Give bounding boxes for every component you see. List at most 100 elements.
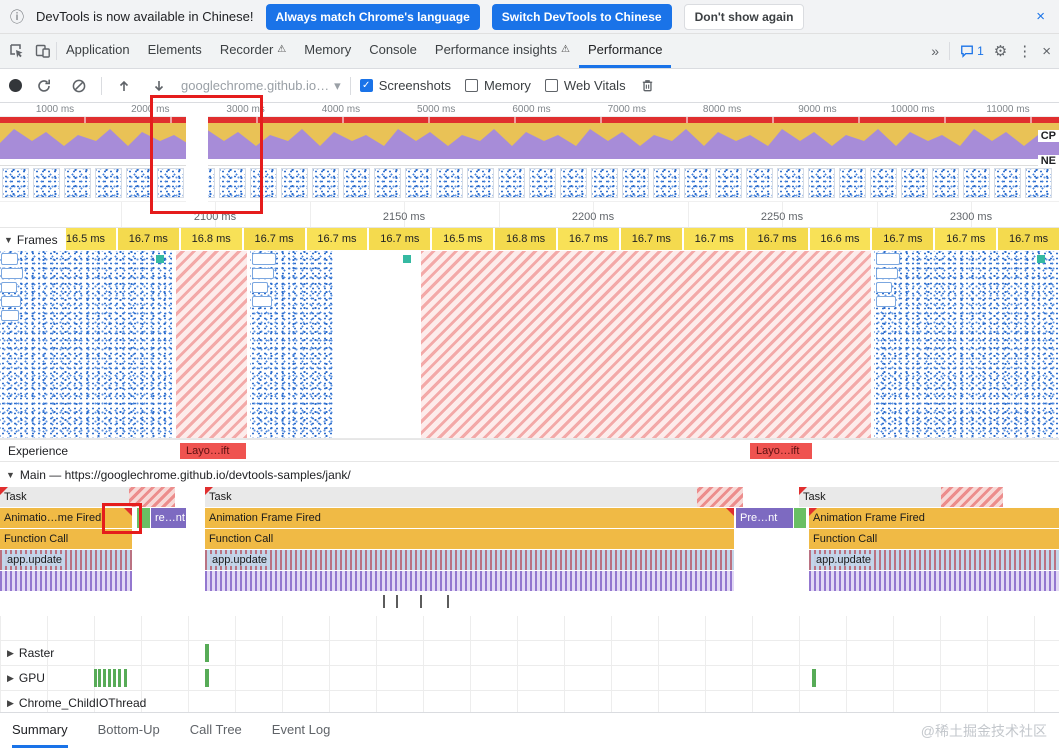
style-layout-stripes[interactable] (0, 571, 132, 591)
frame-duration-cell[interactable]: 16.7 ms (872, 228, 934, 250)
close-devtools-icon[interactable]: × (1042, 43, 1051, 60)
tab-application[interactable]: Application (57, 34, 139, 68)
settings-gear-icon[interactable]: ⚙ (994, 42, 1007, 60)
filmstrip-thumbnail[interactable] (64, 168, 91, 198)
frame-duration-cell[interactable]: 16.7 ms (243, 228, 305, 250)
tab-performance-insights[interactable]: Performance insights ⚠ (426, 34, 579, 68)
frame-screenshot[interactable] (874, 251, 1059, 438)
filmstrip-thumbnail[interactable] (95, 168, 122, 198)
filmstrip-thumbnail[interactable] (343, 168, 370, 198)
switch-devtools-chinese-button[interactable]: Switch DevTools to Chinese (491, 3, 672, 30)
layout-shift-badge[interactable]: Layo…ift (180, 443, 246, 459)
tab-performance[interactable]: Performance (579, 34, 672, 68)
inspect-element-icon[interactable] (4, 34, 30, 68)
filmstrip-thumbnail[interactable] (715, 168, 742, 198)
drawer-tab-summary[interactable]: Summary (12, 713, 68, 748)
frame-duration-cell[interactable]: 16.7 ms (306, 228, 368, 250)
filmstrip-thumbnail[interactable] (529, 168, 556, 198)
filmstrip-thumbnail[interactable] (653, 168, 680, 198)
paint-bar[interactable] (794, 508, 806, 528)
dont-show-again-button[interactable]: Don't show again (683, 3, 805, 30)
filmstrip-thumbnail[interactable] (839, 168, 866, 198)
tab-recorder[interactable]: Recorder ⚠ (211, 34, 295, 68)
console-messages-icon[interactable]: 1 (960, 44, 984, 58)
device-toolbar-icon[interactable] (30, 34, 56, 68)
frame-duration-cell[interactable]: 16.7 ms (998, 228, 1059, 250)
trash-icon[interactable] (635, 78, 661, 93)
task-bar[interactable]: Task (799, 487, 1003, 507)
save-profile-icon[interactable] (146, 78, 172, 94)
filmstrip-thumbnail[interactable] (591, 168, 618, 198)
filmstrip-thumbnail[interactable] (219, 168, 246, 198)
layout-shift-badge[interactable]: Layo…ift (750, 443, 812, 459)
paint-bar[interactable] (137, 508, 150, 528)
frame-duration-cell[interactable]: 16.7 ms (369, 228, 431, 250)
filmstrip-thumbnail[interactable] (963, 168, 990, 198)
filmstrip-thumbnail[interactable] (250, 168, 277, 198)
load-profile-icon[interactable] (111, 78, 137, 94)
always-match-language-button[interactable]: Always match Chrome's language (265, 3, 480, 30)
frame-duration-cell[interactable]: 16.8 ms (180, 228, 242, 250)
tab-memory[interactable]: Memory (295, 34, 360, 68)
filmstrip-thumbnail[interactable] (126, 168, 153, 198)
filmstrip-thumbnail[interactable] (777, 168, 804, 198)
track-gpu[interactable]: ▶ GPU (0, 665, 1059, 690)
animation-frame-fired-bar[interactable]: Animatio…me Fired (0, 508, 132, 528)
checkbox-memory[interactable]: Memory (464, 78, 531, 93)
record-button[interactable] (9, 79, 22, 92)
filmstrip-thumbnail[interactable] (684, 168, 711, 198)
clear-recording-icon[interactable] (66, 78, 92, 94)
more-tabs-icon[interactable]: » (931, 43, 939, 59)
timeline-overview[interactable]: 1000 ms 2000 ms 3000 ms 4000 ms 5000 ms 6000 … (0, 103, 1059, 202)
filmstrip-thumbnail[interactable] (808, 168, 835, 198)
prepaint-bar[interactable]: re…nt (151, 508, 186, 528)
frame-duration-cell[interactable]: 16.5 ms (432, 228, 494, 250)
frame-screenshot[interactable] (250, 251, 418, 438)
filmstrip-thumbnail[interactable] (622, 168, 649, 198)
drawer-tab-event-log[interactable]: Event Log (272, 713, 331, 748)
filmstrip-thumbnail[interactable] (1025, 168, 1052, 198)
kebab-menu-icon[interactable]: ⋮ (1017, 42, 1032, 60)
filmstrip-thumbnail[interactable] (405, 168, 432, 198)
tab-console[interactable]: Console (360, 34, 426, 68)
drawer-tab-call-tree[interactable]: Call Tree (190, 713, 242, 748)
function-call-bar[interactable]: Function Call (0, 529, 132, 549)
checkbox-web-vitals[interactable]: Web Vitals (544, 78, 626, 93)
filmstrip-thumbnail[interactable] (374, 168, 401, 198)
filmstrip-thumbnail[interactable] (2, 168, 29, 198)
filmstrip-thumbnail[interactable] (901, 168, 928, 198)
filmstrip-thumbnail[interactable] (157, 168, 184, 198)
frame-screenshot[interactable] (0, 251, 172, 438)
task-bar[interactable]: Task (0, 487, 175, 507)
tab-elements[interactable]: Elements (139, 34, 211, 68)
filmstrip-thumbnail[interactable] (560, 168, 587, 198)
frames-track-header[interactable]: ▼ Frames (0, 228, 66, 251)
prepaint-bar[interactable]: Pre…nt (736, 508, 793, 528)
filmstrip-thumbnail[interactable] (746, 168, 773, 198)
track-raster[interactable]: ▶ Raster (0, 640, 1059, 665)
function-call-bar[interactable]: Function Call (205, 529, 734, 549)
filmstrip-thumbnail[interactable] (467, 168, 494, 198)
app-update-bar[interactable]: app.update (0, 550, 132, 570)
page-selector-dropdown[interactable]: googlechrome.github.io… ▾ (181, 78, 341, 94)
filmstrip-thumbnail[interactable] (932, 168, 959, 198)
frame-duration-cell[interactable]: 16.6 ms (809, 228, 871, 250)
function-call-bar[interactable]: Function Call (809, 529, 1059, 549)
filmstrip-thumbnail[interactable] (33, 168, 60, 198)
filmstrip-thumbnail[interactable] (281, 168, 308, 198)
frame-duration-cell[interactable]: 16.8 ms (495, 228, 556, 250)
task-bar[interactable]: Task (205, 487, 743, 507)
checkbox-screenshots[interactable]: ✓ Screenshots (359, 78, 451, 93)
frame-duration-cell[interactable]: 16.7 ms (683, 228, 745, 250)
app-update-bar[interactable]: app.update (809, 550, 1059, 570)
frame-duration-cell[interactable]: 16.7 ms (117, 228, 179, 250)
frame-duration-cell[interactable]: 16.7 ms (620, 228, 682, 250)
animation-frame-fired-bar[interactable]: Animation Frame Fired (809, 508, 1059, 528)
filmstrip-thumbnail[interactable] (312, 168, 339, 198)
drawer-tab-bottom-up[interactable]: Bottom-Up (98, 713, 160, 748)
style-layout-stripes[interactable] (205, 571, 734, 591)
banner-close-icon[interactable]: × (1032, 8, 1049, 25)
app-update-bar[interactable]: app.update (205, 550, 734, 570)
frame-duration-cell[interactable]: 16.7 ms (558, 228, 619, 250)
filmstrip-thumbnail[interactable] (436, 168, 463, 198)
